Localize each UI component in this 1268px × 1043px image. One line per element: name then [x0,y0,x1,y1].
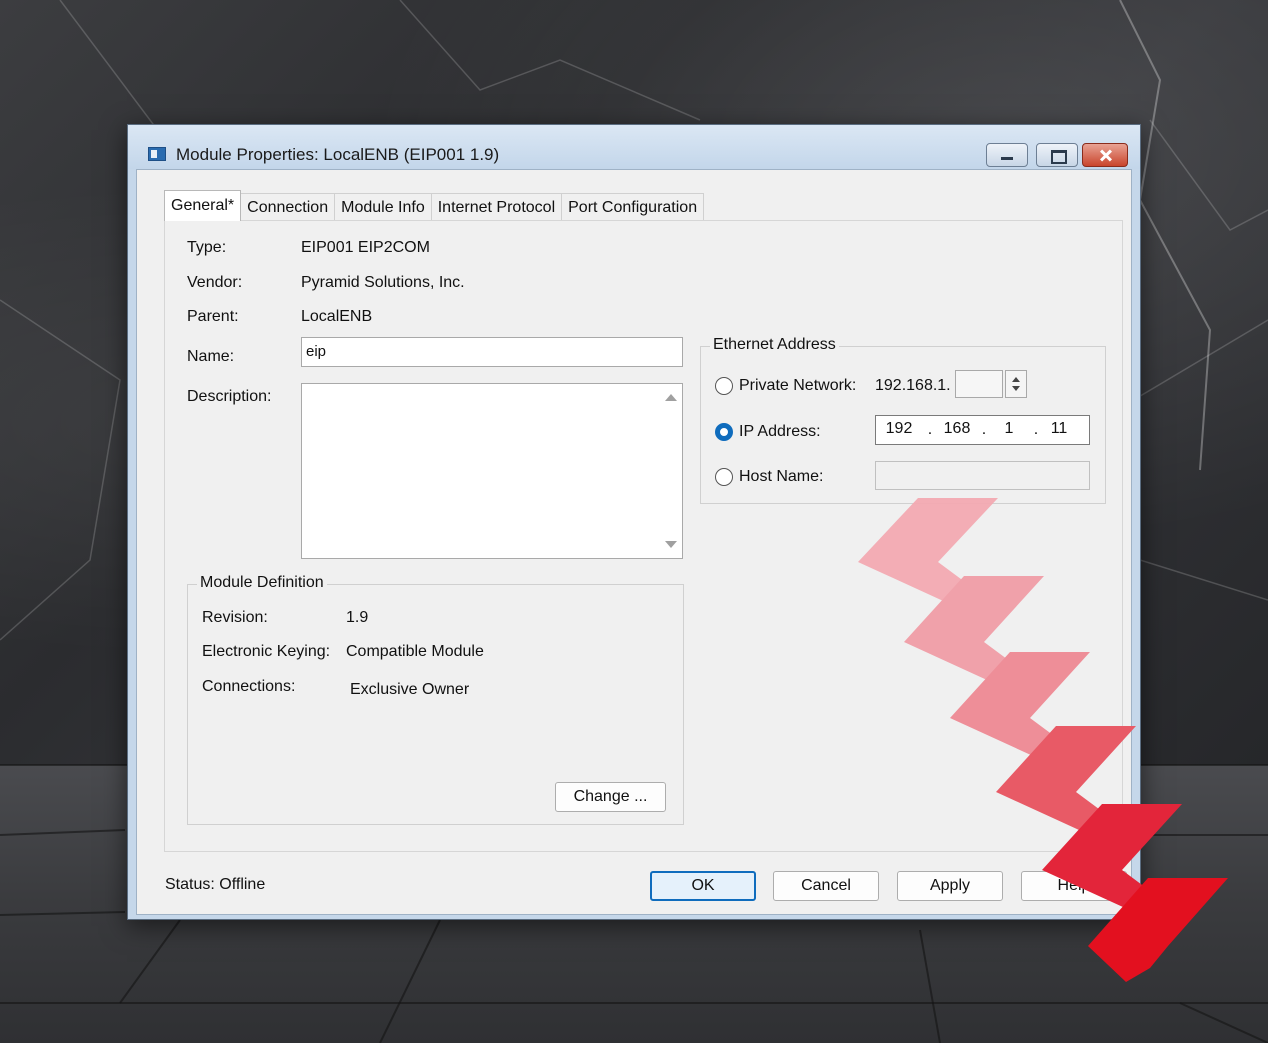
status-area: Status: Offline [165,876,265,894]
spin-down-icon[interactable] [1012,386,1020,391]
cancel-button[interactable]: Cancel [773,871,879,901]
ip-octet-4[interactable]: 11 [1040,420,1078,438]
ip-octet-3[interactable]: 1 [990,420,1028,438]
close-button[interactable] [1082,143,1128,167]
ip-address-label: IP Address: [739,423,821,440]
description-field[interactable] [301,383,683,559]
tab-module-info[interactable]: Module Info [334,193,432,221]
type-label: Type: [187,239,227,256]
description-label: Description: [187,388,272,405]
tab-general[interactable]: General* [164,190,242,221]
ip-dot: . [981,421,987,438]
electronic-keying-value: Compatible Module [346,643,484,660]
description-scrollbar[interactable] [660,384,682,558]
window-app-icon [148,147,166,161]
connections-label: Connections: [202,678,296,695]
ip-address-radio[interactable] [715,423,733,441]
scroll-up-icon[interactable] [665,394,677,401]
help-button[interactable]: Help [1021,871,1127,901]
revision-value: 1.9 [346,609,369,626]
tab-port-configuration[interactable]: Port Configuration [561,193,705,221]
module-definition-title: Module Definition [197,574,327,592]
ip-octet-2[interactable]: 168 [938,420,976,438]
scroll-down-icon[interactable] [665,541,677,548]
ip-dot: . [927,421,933,438]
spin-up-icon[interactable] [1012,377,1020,382]
tab-strip: General* Connection Module Info Internet… [164,190,705,221]
name-field[interactable]: eip [301,337,683,367]
host-name-radio[interactable] [715,468,733,486]
parent-label: Parent: [187,308,239,325]
vendor-value: Pyramid Solutions, Inc. [301,274,465,291]
name-label: Name: [187,348,235,365]
ip-address-field[interactable]: 192 . 168 . 1 . 11 [875,415,1090,445]
ok-button[interactable]: OK [650,871,756,901]
window-title: Module Properties: LocalENB (EIP001 1.9) [176,145,500,164]
host-name-label: Host Name: [739,468,824,485]
host-name-field[interactable] [875,461,1090,490]
private-network-prefix: 192.168.1. [875,377,951,394]
private-network-spinner[interactable] [1005,370,1027,398]
status-value: Offline [219,876,266,893]
change-button[interactable]: Change ... [555,782,666,812]
title-bar[interactable]: Module Properties: LocalENB (EIP001 1.9) [128,125,1140,169]
apply-button[interactable]: Apply [897,871,1003,901]
revision-label: Revision: [202,609,268,626]
maximize-button[interactable] [1036,143,1078,167]
private-network-label: Private Network: [739,377,857,394]
ethernet-address-title: Ethernet Address [710,336,839,354]
private-network-field[interactable] [955,370,1003,398]
ip-octet-1[interactable]: 192 [880,420,918,438]
module-properties-window: Module Properties: LocalENB (EIP001 1.9)… [127,124,1141,920]
tab-connection[interactable]: Connection [240,193,336,221]
tab-internet-protocol[interactable]: Internet Protocol [430,193,563,221]
vendor-label: Vendor: [187,274,243,291]
type-value: EIP001 EIP2COM [301,239,430,256]
electronic-keying-label: Electronic Keying: [202,643,331,660]
dialog-client-area: General* Connection Module Info Internet… [136,169,1132,915]
connections-value: Exclusive Owner [350,681,470,698]
private-network-radio[interactable] [715,377,733,395]
ip-dot: . [1033,421,1039,438]
status-label: Status: [165,876,215,893]
parent-value: LocalENB [301,308,373,325]
general-tab-panel: Type: EIP001 EIP2COM Vendor: Pyramid Sol… [164,220,1123,852]
minimize-button[interactable] [986,143,1028,167]
ethernet-address-group: Ethernet Address Private Network: 192.16… [700,336,1106,504]
module-definition-group: Module Definition Revision: 1.9 Electron… [187,574,684,825]
